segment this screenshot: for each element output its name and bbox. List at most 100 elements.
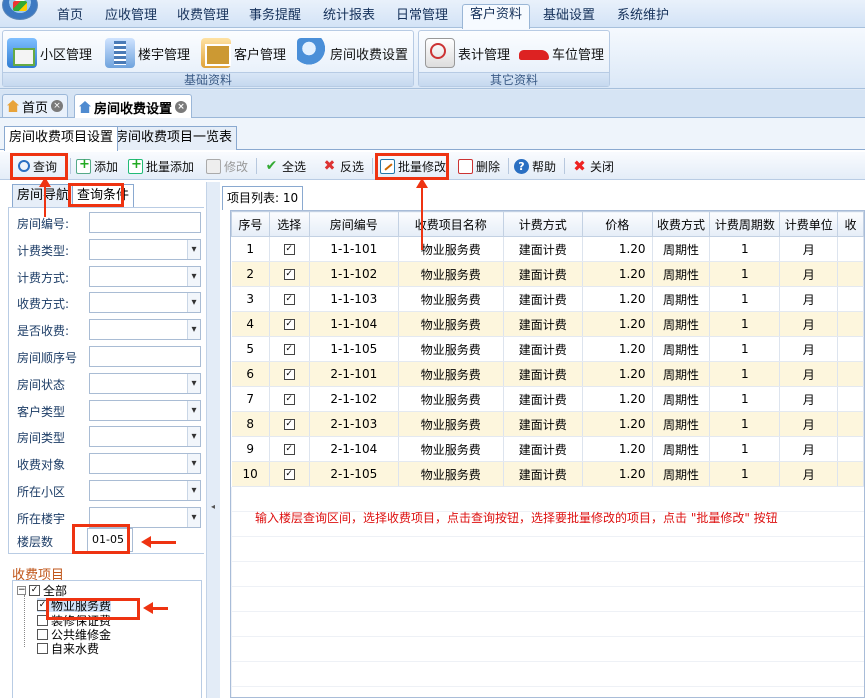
help-button[interactable]: ? 帮助 <box>514 156 556 176</box>
table-row[interactable]: 4 ✓ 1-1-104 物业服务费 建面计费 1.20 周期性 1 月 <box>231 311 864 337</box>
table-row[interactable]: 10 ✓ 2-1-105 物业服务费 建面计费 1.20 周期性 1 月 <box>231 461 864 487</box>
column-header[interactable]: 计费周期数 <box>709 211 781 237</box>
column-header[interactable]: 房间编号 <box>308 211 400 237</box>
parking-management-button[interactable]: 车位管理 <box>519 35 604 71</box>
table-row[interactable]: 6 ✓ 2-1-101 物业服务费 建面计费 1.20 周期性 1 月 <box>231 361 864 387</box>
floor-range-input[interactable]: 01-05 <box>87 528 133 552</box>
table-row[interactable]: 3 ✓ 1-1-103 物业服务费 建面计费 1.20 周期性 1 月 <box>231 286 864 312</box>
tab-room-navigation[interactable]: 房间导航 <box>12 184 75 208</box>
community-select[interactable] <box>89 480 201 501</box>
row-checkbox[interactable]: ✓ <box>283 444 295 455</box>
column-header[interactable]: 序号 <box>231 211 270 237</box>
billing-type-select[interactable] <box>89 239 201 260</box>
query-button[interactable]: 查询 <box>18 156 57 176</box>
row-checkbox[interactable]: ✓ <box>283 319 295 330</box>
table-cell[interactable]: ✓ <box>269 461 310 487</box>
menu-reminders[interactable]: 事务提醒 <box>244 6 306 26</box>
select-all-button[interactable]: ✔ 全选 <box>264 156 306 176</box>
tree-node-all[interactable]: − ✓ 全部 <box>17 583 67 598</box>
table-cell[interactable]: ✓ <box>269 336 310 362</box>
menu-daily[interactable]: 日常管理 <box>391 6 453 26</box>
room-type-select[interactable] <box>89 426 201 447</box>
meter-management-button[interactable]: 表计管理 <box>425 35 510 71</box>
tree-node-item[interactable]: 自来水费 <box>37 641 99 656</box>
table-cell[interactable]: ✓ <box>269 236 310 262</box>
checkbox[interactable] <box>37 614 48 626</box>
table-cell[interactable]: ✓ <box>269 261 310 287</box>
community-management-button[interactable]: 小区管理 <box>7 35 92 71</box>
row-checkbox[interactable]: ✓ <box>283 419 295 430</box>
row-checkbox[interactable]: ✓ <box>283 344 295 355</box>
table-cell <box>837 311 864 337</box>
column-header[interactable]: 计费单位 <box>779 211 839 237</box>
edit-button[interactable]: 修改 <box>206 156 248 176</box>
menu-reports[interactable]: 统计报表 <box>318 6 380 26</box>
table-cell[interactable]: ✓ <box>269 386 310 412</box>
close-icon[interactable]: × <box>175 101 188 113</box>
tab-room-fee-settings[interactable]: 房间收费项目设置 <box>4 126 119 151</box>
is-charged-select[interactable] <box>89 319 201 340</box>
menu-system[interactable]: 系统维护 <box>612 6 674 26</box>
customer-management-button[interactable]: 客户管理 <box>201 35 286 71</box>
room-fee-settings-button[interactable]: 房间收费设置 <box>297 35 408 71</box>
doc-tab-home[interactable]: 首页 × <box>2 94 69 117</box>
charge-target-select[interactable] <box>89 453 201 474</box>
checkbox[interactable] <box>37 642 48 654</box>
tab-room-fee-overview[interactable]: 房间收费项目一览表 <box>110 126 238 150</box>
tree-node-item[interactable]: ✓ 物业服务费 <box>37 598 112 613</box>
collapse-icon[interactable]: − <box>17 585 26 595</box>
table-cell[interactable]: ✓ <box>269 286 310 312</box>
row-checkbox[interactable]: ✓ <box>283 244 295 255</box>
help-label: 帮助 <box>532 159 557 174</box>
batch-add-button[interactable]: 批量添加 <box>128 156 194 176</box>
delete-button[interactable]: 删除 <box>458 156 500 176</box>
table-cell[interactable]: ✓ <box>269 361 310 387</box>
table-cell[interactable]: ✓ <box>269 411 310 437</box>
row-checkbox[interactable]: ✓ <box>283 469 295 480</box>
menu-basic-settings[interactable]: 基础设置 <box>538 6 600 26</box>
row-checkbox[interactable]: ✓ <box>283 294 295 305</box>
invert-selection-button[interactable]: ✖ 反选 <box>322 156 364 176</box>
row-checkbox[interactable]: ✓ <box>283 394 295 405</box>
table-row[interactable]: 2 ✓ 1-1-102 物业服务费 建面计费 1.20 周期性 1 月 <box>231 261 864 287</box>
column-header[interactable]: 计费方式 <box>502 211 584 237</box>
tab-query-conditions[interactable]: 查询条件 <box>72 184 135 208</box>
add-button[interactable]: 添加 <box>76 156 118 176</box>
checkbox[interactable] <box>37 628 48 640</box>
charge-method-select[interactable] <box>89 292 201 313</box>
column-header[interactable]: 收费项目名称 <box>398 211 504 237</box>
row-checkbox[interactable]: ✓ <box>283 269 295 280</box>
batch-edit-button[interactable]: 批量修改 <box>380 156 446 176</box>
close-button[interactable]: ✖ 关闭 <box>572 156 614 176</box>
room-status-select[interactable] <box>89 373 201 394</box>
room-seq-input[interactable] <box>89 346 201 367</box>
menu-charges[interactable]: 收费管理 <box>172 6 234 26</box>
building-select[interactable] <box>89 507 201 528</box>
table-cell[interactable]: ✓ <box>269 436 310 462</box>
app-menu-icon[interactable] <box>2 0 38 20</box>
table-row[interactable]: 8 ✓ 2-1-103 物业服务费 建面计费 1.20 周期性 1 月 <box>231 411 864 437</box>
table-row[interactable]: 9 ✓ 2-1-104 物业服务费 建面计费 1.20 周期性 1 月 <box>231 436 864 462</box>
column-header[interactable]: 收费方式 <box>651 211 711 237</box>
room-no-input[interactable] <box>89 212 201 233</box>
menu-receivables[interactable]: 应收管理 <box>100 6 162 26</box>
menu-customer-data[interactable]: 客户资料 <box>462 4 530 29</box>
table-row[interactable]: 7 ✓ 2-1-102 物业服务费 建面计费 1.20 周期性 1 月 <box>231 386 864 412</box>
menu-home[interactable]: 首页 <box>48 6 92 26</box>
tab-item-list[interactable]: 项目列表: 10 <box>222 186 304 210</box>
doc-tab-room-fee[interactable]: 房间收费设置 × <box>74 94 193 119</box>
customer-type-select[interactable] <box>89 400 201 421</box>
close-icon[interactable]: × <box>51 100 64 112</box>
column-header[interactable]: 价格 <box>582 211 653 237</box>
checkbox[interactable]: ✓ <box>29 584 40 596</box>
checkbox[interactable]: ✓ <box>37 599 48 611</box>
table-row[interactable]: 1 ✓ 1-1-101 物业服务费 建面计费 1.20 周期性 1 月 <box>231 236 864 262</box>
building-management-button[interactable]: 楼宇管理 <box>105 35 190 71</box>
column-header[interactable]: 选择 <box>268 211 310 237</box>
billing-method-select[interactable] <box>89 266 201 287</box>
column-header[interactable]: 收 <box>837 211 864 237</box>
panel-splitter[interactable]: ◂ <box>206 182 220 698</box>
row-checkbox[interactable]: ✓ <box>283 369 295 380</box>
table-cell[interactable]: ✓ <box>269 311 310 337</box>
table-row[interactable]: 5 ✓ 1-1-105 物业服务费 建面计费 1.20 周期性 1 月 <box>231 336 864 362</box>
